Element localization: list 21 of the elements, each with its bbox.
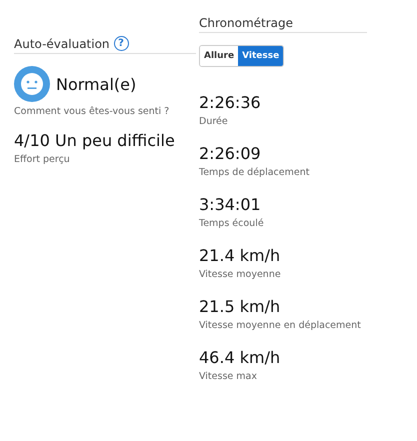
stat-value: 2:26:36	[199, 93, 262, 112]
help-icon[interactable]: ?	[114, 36, 129, 51]
stat-value: 21.4 km/h	[199, 246, 282, 265]
stat-label: Temps écoulé	[199, 218, 265, 229]
feeling-value: Normal(e)	[56, 74, 136, 94]
stat-label: Durée	[199, 116, 229, 127]
neutral-face-icon	[14, 66, 50, 102]
stat-value: 3:34:01	[199, 195, 262, 214]
stat-label: Vitesse moyenne	[199, 269, 282, 280]
feeling-label: Comment vous êtes-vous senti ?	[14, 106, 170, 117]
stat-value: 46.4 km/h	[199, 348, 282, 367]
stat-label: Temps de déplacement	[199, 167, 310, 178]
stat-value: 21.5 km/h	[199, 297, 282, 316]
stat-label: Vitesse moyenne en déplacement	[199, 320, 362, 331]
effort-label: Effort perçu	[14, 154, 71, 165]
toggle-tab[interactable]: Vitesse	[238, 46, 284, 66]
section-title: Chronométrage	[199, 16, 294, 30]
stat-label: Vitesse max	[199, 371, 258, 382]
effort-value: 4/10 Un peu difficile	[14, 131, 176, 150]
section-title: Auto-évaluation	[14, 36, 110, 50]
stat-value: 2:26:09	[199, 144, 262, 163]
